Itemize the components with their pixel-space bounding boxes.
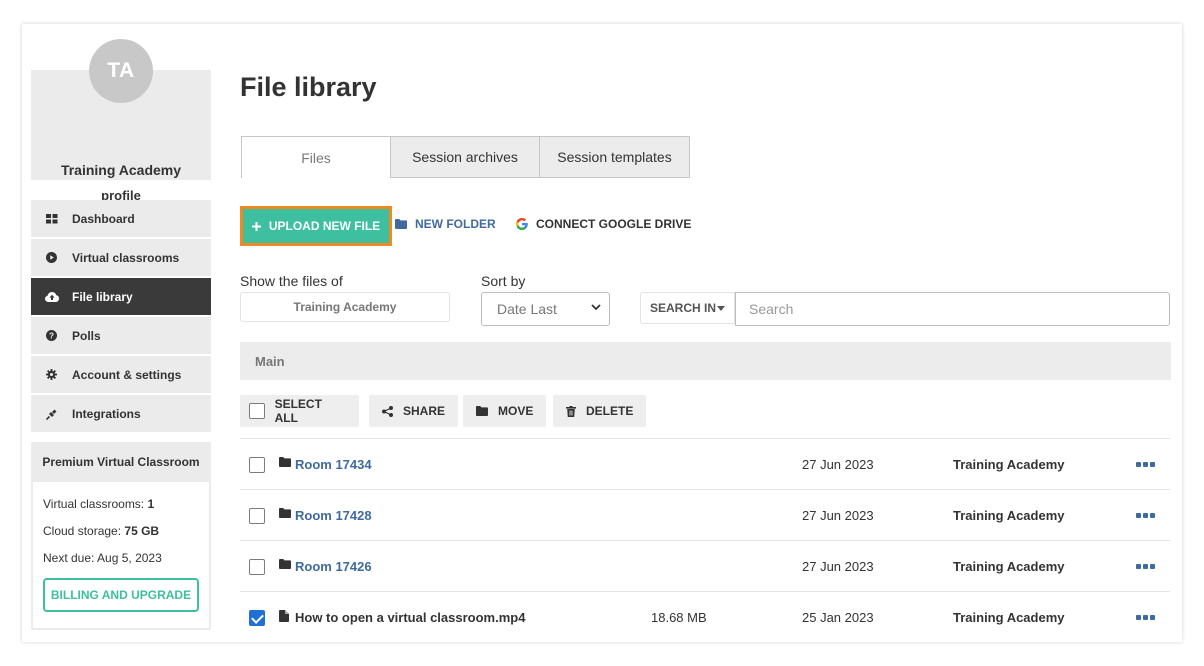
connect-google-drive-label: CONNECT GOOGLE DRIVE — [536, 217, 692, 231]
cloud-upload-icon — [31, 291, 72, 302]
upload-new-file-button[interactable]: UPLOAD NEW FILE — [243, 209, 389, 243]
delete-button[interactable]: DELETE — [553, 395, 647, 427]
folder-icon — [279, 508, 291, 518]
table-row[interactable]: Room 17428 27 Jun 2023 Training Academy — [240, 489, 1170, 540]
sort-by-select[interactable]: Date Last — [481, 292, 610, 326]
sidebar-item-dashboard[interactable]: Dashboard — [31, 200, 211, 237]
search-input[interactable]: Search — [735, 292, 1170, 326]
sidebar: Training Academy profile TA Dashboard Vi… — [31, 24, 211, 642]
select-all-label: SELECT ALL — [274, 397, 322, 425]
question-circle-icon: ? — [31, 330, 72, 341]
sort-by-label: Sort by — [481, 273, 526, 289]
tab-session-archives[interactable]: Session archives — [390, 136, 540, 178]
file-date: 25 Jan 2023 — [802, 610, 874, 625]
tab-session-templates[interactable]: Session templates — [539, 136, 690, 178]
share-icon — [382, 405, 393, 417]
table-row[interactable]: How to open a virtual classroom.mp4 18.6… — [240, 591, 1170, 642]
show-files-label: Show the files of — [240, 273, 343, 289]
file-name-link[interactable]: Room 17428 — [295, 508, 372, 523]
org-name: Training Academy — [60, 162, 182, 178]
sidebar-item-label: Dashboard — [72, 211, 135, 226]
share-label: SHARE — [403, 404, 446, 418]
file-date: 27 Jun 2023 — [802, 508, 874, 523]
cloud-storage: Cloud storage: 75 GB — [43, 524, 160, 538]
select-all-checkbox[interactable] — [249, 403, 265, 419]
file-date: 27 Jun 2023 — [802, 457, 874, 472]
gear-icon — [31, 369, 72, 380]
breadcrumb: Main — [240, 342, 1171, 380]
file-list: Room 17434 27 Jun 2023 Training Academy … — [240, 438, 1170, 642]
file-icon — [279, 610, 289, 622]
main-card: Training Academy profile TA Dashboard Vi… — [22, 24, 1182, 642]
file-date: 27 Jun 2023 — [802, 559, 874, 574]
connect-google-drive-button[interactable]: CONNECT GOOGLE DRIVE — [516, 217, 691, 231]
next-due-date: Next due: Aug 5, 2023 — [43, 551, 162, 565]
file-name-link[interactable]: Room 17434 — [295, 457, 372, 472]
sidebar-item-label: File library — [72, 289, 133, 304]
file-name-link[interactable]: Room 17426 — [295, 559, 372, 574]
folder-icon — [395, 219, 407, 229]
table-row[interactable]: Room 17426 27 Jun 2023 Training Academy — [240, 540, 1170, 591]
more-options-icon[interactable] — [1136, 564, 1155, 569]
row-checkbox[interactable] — [249, 559, 265, 575]
sidebar-item-integrations[interactable]: Integrations — [31, 395, 211, 432]
file-owner: Training Academy — [953, 457, 1065, 472]
move-label: MOVE — [498, 404, 534, 418]
file-owner: Training Academy — [953, 508, 1065, 523]
sidebar-item-label: Polls — [72, 328, 101, 343]
file-owner: Training Academy — [953, 610, 1065, 625]
share-button[interactable]: SHARE — [369, 395, 459, 427]
sidebar-item-label: Account & settings — [72, 367, 182, 382]
row-checkbox[interactable] — [249, 457, 265, 473]
plus-icon — [251, 221, 261, 231]
search-in-dropdown[interactable]: SEARCH IN — [640, 292, 735, 324]
file-owner: Training Academy — [953, 559, 1065, 574]
show-files-of-select[interactable]: Training Academy — [240, 292, 450, 322]
chevron-down-icon — [591, 304, 601, 311]
new-folder-button[interactable]: NEW FOLDER — [395, 217, 496, 231]
dashboard-icon — [31, 213, 72, 224]
row-checkbox[interactable] — [249, 508, 265, 524]
page-title: File library — [240, 72, 377, 102]
delete-label: DELETE — [586, 404, 634, 418]
billing-upgrade-button[interactable]: BILLING AND UPGRADE — [43, 578, 199, 612]
sidebar-item-virtual-classrooms[interactable]: Virtual classrooms — [31, 239, 211, 276]
folder-icon — [279, 559, 291, 569]
plan-title: Premium Virtual Classroom — [42, 455, 200, 469]
sidebar-item-label: Integrations — [72, 406, 141, 421]
sort-by-value: Date Last — [497, 301, 557, 317]
file-name-link[interactable]: How to open a virtual classroom.mp4 — [295, 610, 525, 625]
row-checkbox[interactable] — [249, 610, 265, 626]
select-all-button[interactable]: SELECT ALL — [240, 395, 359, 427]
plug-icon — [31, 408, 72, 420]
search-in-label: SEARCH IN — [649, 301, 716, 315]
classrooms-count: Virtual classrooms: 1 — [43, 497, 155, 511]
folder-icon — [279, 457, 291, 467]
file-size: 18.68 MB — [651, 610, 707, 625]
trash-icon — [566, 405, 576, 417]
more-options-icon[interactable] — [1136, 513, 1155, 518]
sidebar-item-account-settings[interactable]: Account & settings — [31, 356, 211, 393]
plan-panel: Premium Virtual Classroom Virtual classr… — [31, 442, 211, 630]
plan-details: Virtual classrooms: 1 Cloud storage: 75 … — [33, 482, 209, 628]
more-options-icon[interactable] — [1136, 615, 1155, 620]
play-circle-icon — [31, 252, 72, 263]
caret-down-icon — [717, 305, 725, 311]
move-button[interactable]: MOVE — [463, 395, 547, 427]
sidebar-item-polls[interactable]: ? Polls — [31, 317, 211, 354]
sidebar-item-label: Virtual classrooms — [72, 250, 180, 265]
tab-files[interactable]: Files — [241, 136, 391, 178]
avatar[interactable]: TA — [89, 39, 153, 103]
google-icon — [516, 218, 528, 230]
folder-icon — [476, 406, 488, 416]
sidebar-nav: Dashboard Virtual classrooms File librar… — [31, 200, 211, 434]
new-folder-label: NEW FOLDER — [415, 217, 496, 231]
upload-button-label: UPLOAD NEW FILE — [268, 219, 381, 233]
more-options-icon[interactable] — [1136, 462, 1155, 467]
table-row[interactable]: Room 17434 27 Jun 2023 Training Academy — [240, 438, 1170, 489]
breadcrumb-main[interactable]: Main — [255, 354, 285, 369]
svg-text:?: ? — [49, 332, 54, 341]
sidebar-item-file-library[interactable]: File library — [31, 278, 211, 315]
